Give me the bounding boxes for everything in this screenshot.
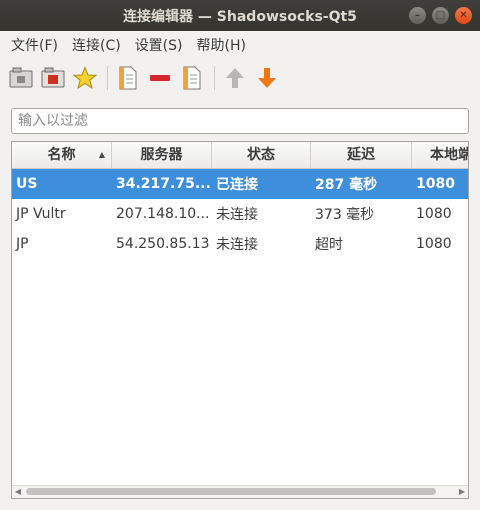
menu-file[interactable]: 文件(F): [4, 35, 65, 55]
favorite-button[interactable]: [70, 63, 100, 93]
column-header-label: 名称: [47, 147, 76, 163]
minimize-button[interactable]: –: [409, 7, 426, 24]
cell-local-port: 1080: [416, 176, 455, 192]
import-config-icon: [41, 67, 65, 88]
cell-latency: 287 毫秒: [315, 177, 378, 193]
favorite-star-icon: [73, 66, 97, 90]
table-header: 名称 ▲ 服务器 状态 延迟 本地端口: [12, 142, 468, 169]
menu-help[interactable]: 帮助(H): [190, 35, 253, 55]
scrollbar-thumb[interactable]: [26, 488, 436, 495]
cell-name: JP: [16, 236, 29, 252]
cell-server: 34.217.75....: [116, 176, 212, 192]
add-connection-icon: [119, 66, 137, 90]
delete-connection-icon: [150, 75, 170, 81]
cell-local-port: 1080: [416, 206, 452, 222]
column-header-latency[interactable]: 延迟: [311, 142, 412, 168]
table-row[interactable]: US 34.217.75.... 已连接 287 毫秒 1080: [12, 169, 468, 199]
delete-connection-button[interactable]: [145, 63, 175, 93]
window-controls: – □ ✕: [409, 7, 472, 24]
menu-settings[interactable]: 设置(S): [128, 35, 190, 55]
table-row[interactable]: JP Vultr 207.148.10... 未连接 373 毫秒 1080: [12, 199, 468, 229]
menu-connection[interactable]: 连接(C): [65, 35, 128, 55]
edit-connection-icon: [183, 66, 201, 90]
cell-latency: 373 毫秒: [315, 207, 375, 223]
sort-ascending-icon: ▲: [98, 150, 105, 159]
import-config-button[interactable]: [38, 63, 68, 93]
cell-status: 已连接: [216, 177, 258, 193]
maximize-button[interactable]: □: [432, 7, 449, 24]
column-header-status[interactable]: 状态: [212, 142, 311, 168]
cell-server: 207.148.10...: [116, 206, 210, 222]
filter-input[interactable]: [11, 108, 469, 134]
menu-bar: 文件(F) 连接(C) 设置(S) 帮助(H): [0, 31, 480, 58]
scroll-left-icon[interactable]: ◀: [12, 486, 24, 498]
window-title: 连接编辑器 — Shadowsocks-Qt5: [123, 8, 357, 25]
column-header-local-port[interactable]: 本地端口: [412, 142, 468, 168]
move-down-icon: [258, 68, 276, 88]
move-up-icon: [226, 68, 244, 88]
import-gui-config-icon: [9, 67, 33, 88]
cell-status: 未连接: [216, 237, 258, 253]
add-connection-button[interactable]: [113, 63, 143, 93]
cell-server: 54.250.85.13: [116, 236, 210, 252]
cell-name: JP Vultr: [16, 206, 66, 222]
cell-status: 未连接: [216, 207, 258, 223]
toolbar-separator: [107, 66, 108, 90]
edit-connection-button[interactable]: [177, 63, 207, 93]
column-header-name[interactable]: 名称 ▲: [12, 142, 112, 168]
cell-local-port: 1080: [416, 236, 452, 252]
toolbar: [0, 58, 480, 98]
cell-latency: 超时: [315, 237, 343, 253]
connection-table: 名称 ▲ 服务器 状态 延迟 本地端口 US 34.217.75.... 已连接…: [11, 141, 469, 499]
import-gui-config-button[interactable]: [6, 63, 36, 93]
column-header-server[interactable]: 服务器: [112, 142, 212, 168]
scroll-right-icon[interactable]: ▶: [456, 486, 468, 498]
toolbar-separator: [214, 66, 215, 90]
move-down-button[interactable]: [252, 63, 282, 93]
move-up-button[interactable]: [220, 63, 250, 93]
table-row[interactable]: JP 54.250.85.13 未连接 超时 1080: [12, 229, 468, 259]
close-button[interactable]: ✕: [455, 7, 472, 24]
horizontal-scrollbar[interactable]: ◀ ▶: [12, 485, 468, 498]
cell-name: US: [16, 176, 38, 192]
title-bar: 连接编辑器 — Shadowsocks-Qt5 – □ ✕: [0, 0, 480, 31]
